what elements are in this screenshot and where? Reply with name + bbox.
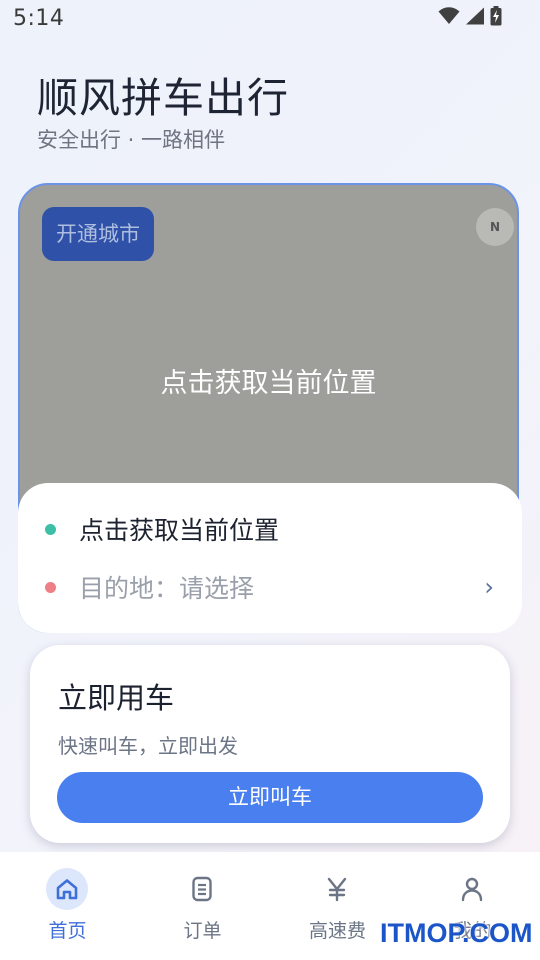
- status-time: 5:14: [13, 6, 65, 31]
- destination-text: 目的地：请选择: [79, 574, 255, 603]
- page-subtitle: 安全出行 · 一路相伴: [37, 128, 226, 152]
- map-location-prompt[interactable]: 点击获取当前位置: [20, 361, 517, 400]
- origin-row[interactable]: 点击获取当前位置: [18, 501, 522, 557]
- ride-card-subtitle: 快速叫车，立即出发: [58, 734, 238, 758]
- battery-charging-icon: [490, 6, 502, 30]
- nav-item-orders[interactable]: 订单: [135, 852, 270, 960]
- nav-label-orders: 订单: [183, 920, 222, 942]
- nav-label-home: 首页: [48, 920, 87, 942]
- open-cities-button[interactable]: 开通城市: [42, 207, 154, 261]
- wifi-icon: [438, 7, 460, 29]
- ride-card-title: 立即用车: [58, 681, 175, 715]
- ride-card: 立即用车 快速叫车，立即出发 立即叫车: [30, 645, 510, 843]
- origin-text: 点击获取当前位置: [79, 516, 280, 545]
- call-car-button[interactable]: 立即叫车: [57, 772, 483, 823]
- user-icon: [451, 868, 493, 910]
- location-panel: 点击获取当前位置 目的地：请选择 ›: [18, 483, 522, 633]
- nav-item-home[interactable]: 首页: [0, 852, 135, 960]
- page-title: 顺风拼车出行: [37, 74, 289, 122]
- status-bar: 5:14: [0, 0, 540, 38]
- compass-icon[interactable]: N: [476, 208, 514, 246]
- destination-dot-icon: [45, 581, 56, 593]
- watermark: ITMOP.COM: [380, 918, 533, 948]
- document-icon: [181, 868, 223, 910]
- signal-icon: [465, 7, 485, 29]
- status-icons: [438, 6, 502, 30]
- origin-dot-icon: [45, 523, 56, 535]
- destination-row[interactable]: 目的地：请选择 ›: [18, 559, 522, 615]
- chevron-right-icon: ›: [484, 573, 494, 601]
- yen-icon: [316, 868, 358, 910]
- home-icon: [46, 868, 88, 910]
